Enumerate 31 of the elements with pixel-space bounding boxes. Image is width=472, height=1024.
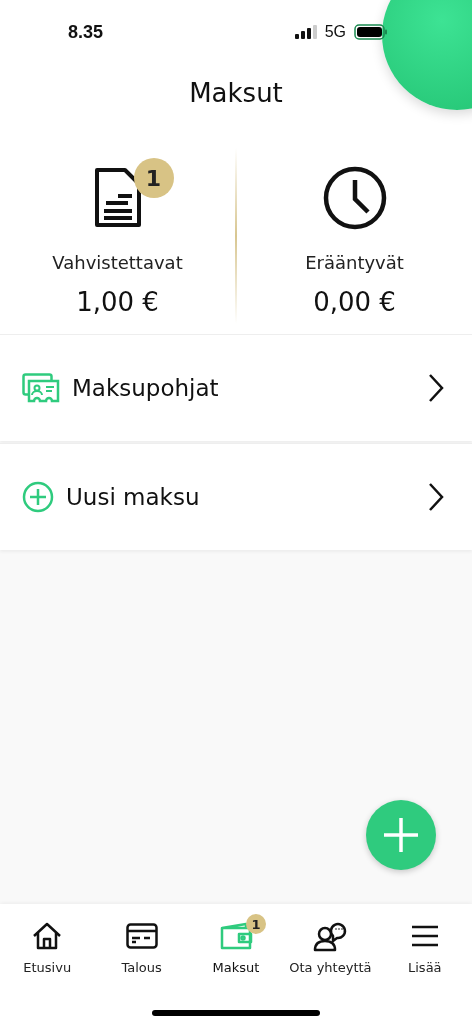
chevron-right-icon (428, 373, 444, 403)
chevron-right-icon (428, 482, 444, 512)
tab-item[interactable]: Talous (94, 904, 189, 984)
battery-icon (354, 24, 388, 40)
tab-item[interactable]: Etusivu (0, 904, 95, 984)
clock-icon (321, 165, 388, 231)
status-time: 8.35 (68, 21, 104, 43)
tab-item[interactable]: 1 Maksut (188, 904, 284, 984)
add-button[interactable] (366, 800, 436, 870)
summary-label: Vahvistettavat (52, 252, 183, 273)
tab-item[interactable]: Ota yhteyttä (283, 904, 378, 984)
tab-item[interactable]: Lisää (377, 904, 472, 984)
menu-icon (410, 925, 439, 947)
summary-amount: 1,00 € (76, 287, 159, 317)
wallet-icon (219, 922, 253, 950)
network-label: 5G (324, 23, 346, 41)
summary-label: Erääntyvät (305, 252, 404, 273)
plus-circle-icon (22, 481, 54, 513)
menu-row[interactable]: Maksupohjat (0, 334, 472, 441)
home-icon (32, 921, 63, 951)
count-badge: 1 (246, 914, 266, 934)
count-badge: 1 (133, 158, 174, 198)
document-icon (93, 167, 142, 229)
credit-card-icon (125, 923, 158, 949)
signal-icon (294, 25, 317, 39)
card-icon (22, 373, 60, 403)
summary-amount: 0,00 € (313, 287, 396, 317)
plus-icon (382, 816, 420, 854)
contact-person-icon (313, 920, 348, 952)
page-title: Maksut (188, 78, 284, 110)
menu-row[interactable]: Uusi maksu (0, 443, 472, 550)
